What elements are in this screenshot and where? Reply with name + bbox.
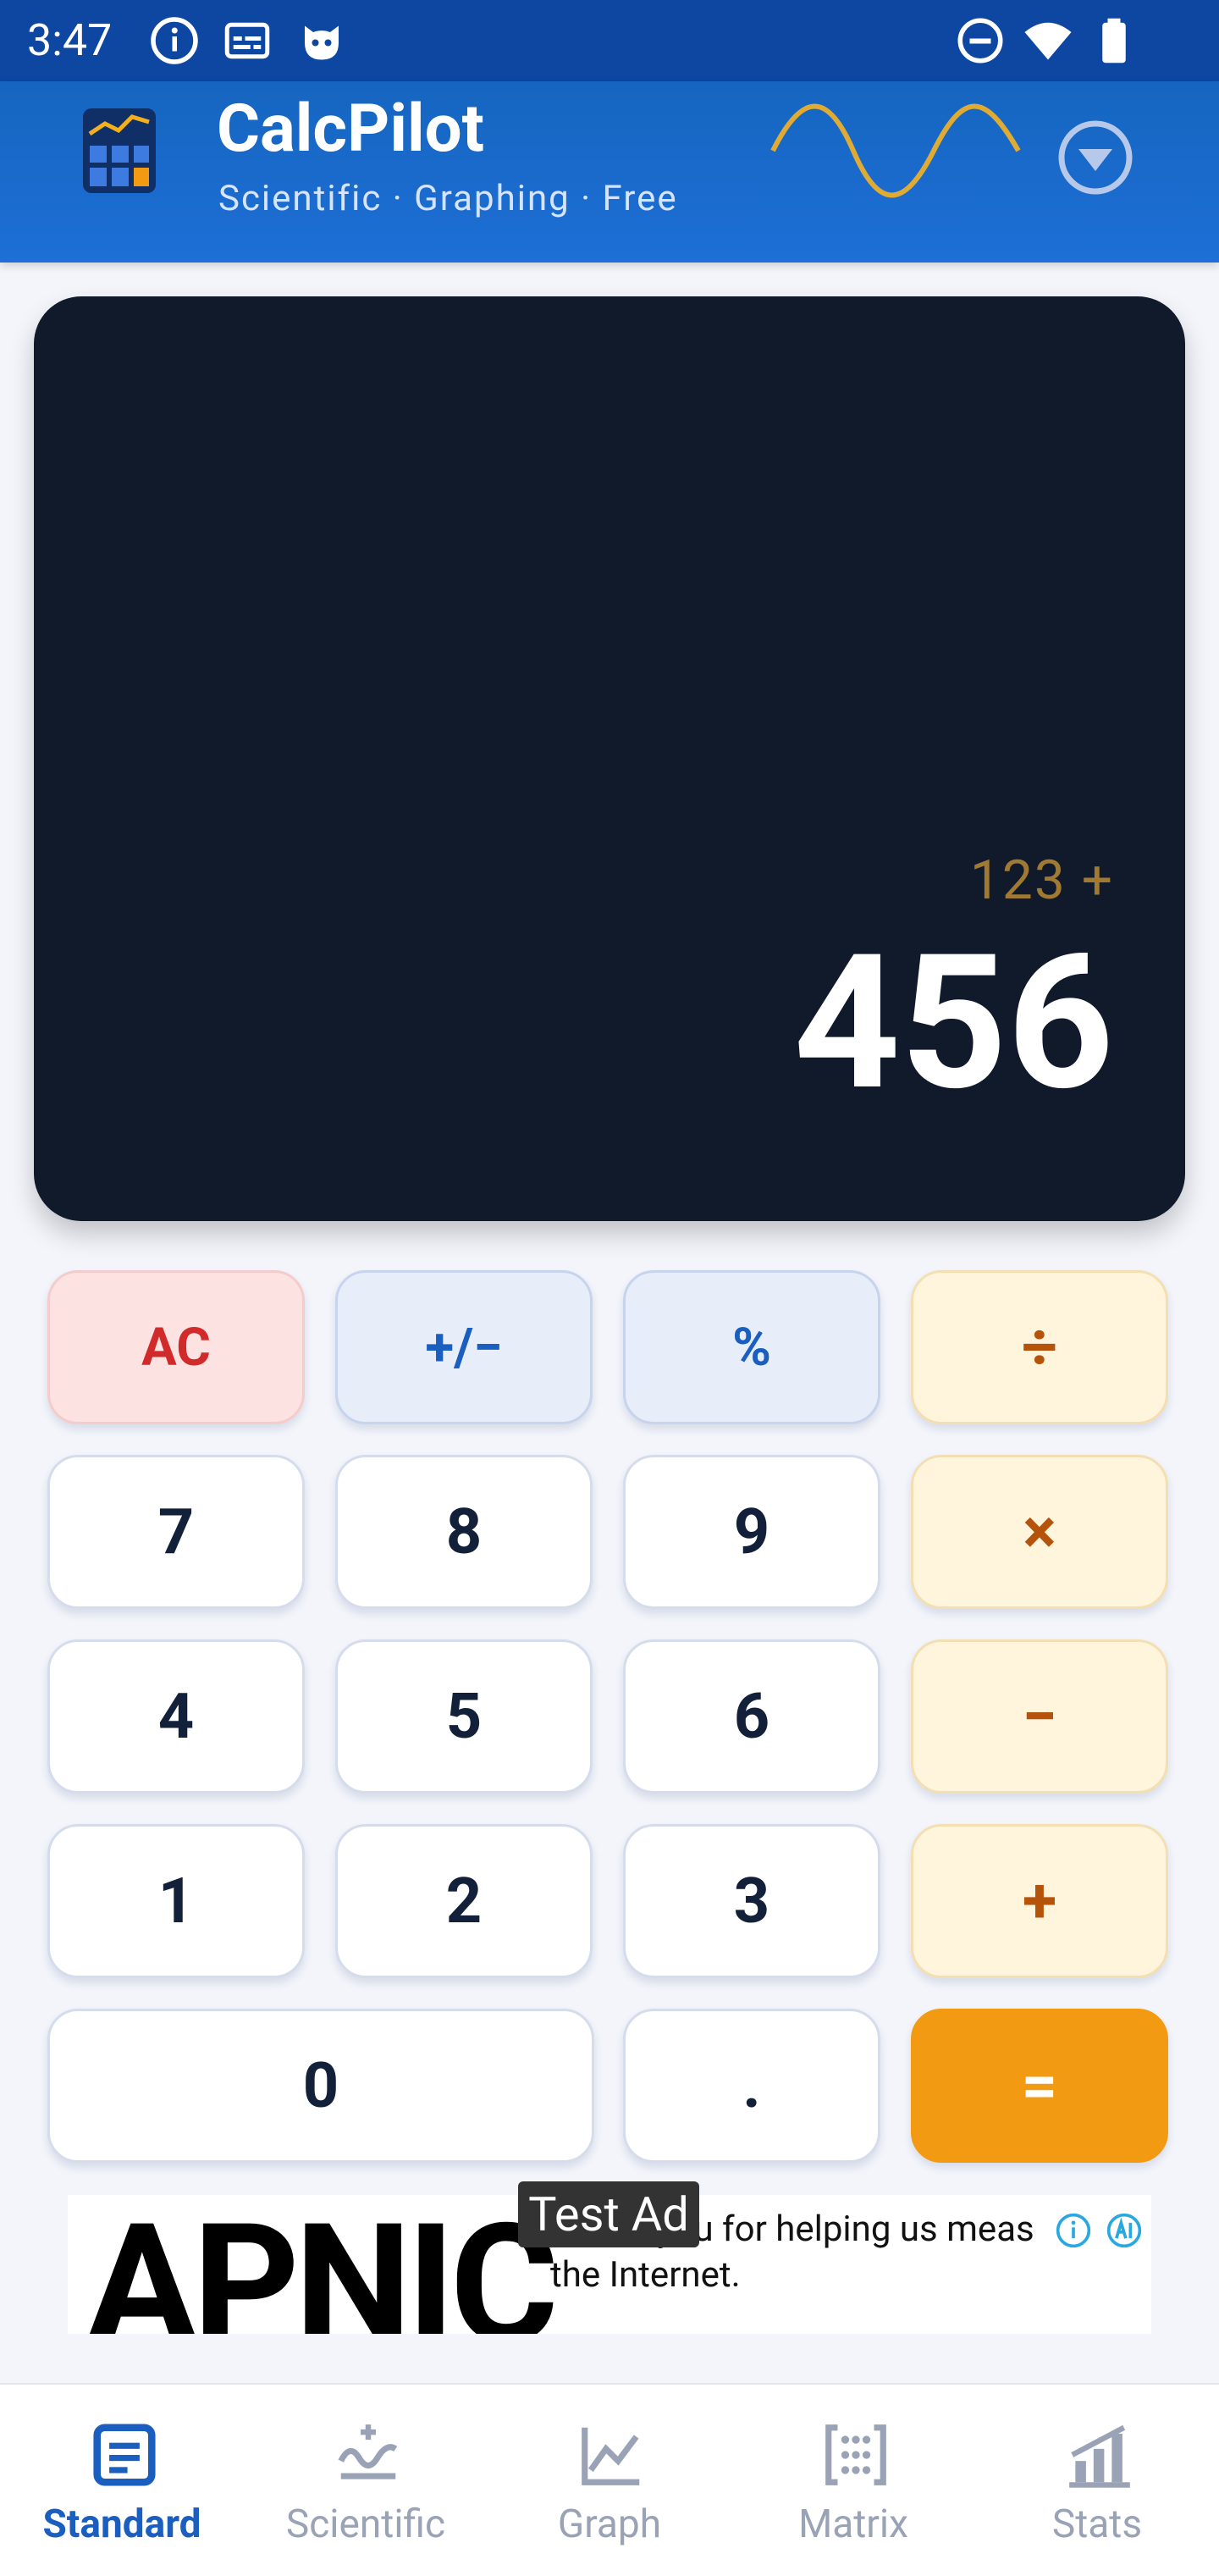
info-icon — [151, 17, 198, 64]
nav-stats[interactable]: Stats — [975, 2385, 1219, 2576]
nav-label-stats: Stats — [1051, 2501, 1143, 2547]
nav-standard[interactable]: Standard — [0, 2385, 244, 2576]
status-bar: 3:47 — [0, 0, 1219, 81]
chevron-down-circle-icon[interactable] — [1053, 115, 1138, 200]
line-chart-icon — [582, 2427, 640, 2485]
nav-scientific[interactable]: Scientific — [244, 2385, 488, 2576]
digit-8-button[interactable]: 8 — [335, 1455, 593, 1609]
ad-brand-logo: APNIC — [86, 2195, 559, 2334]
digit-9-button[interactable]: 9 — [623, 1455, 880, 1609]
sine-wave-icon — [770, 103, 1021, 198]
digit-6-button[interactable]: 6 — [623, 1639, 880, 1794]
expression-text: 123 + — [969, 849, 1114, 912]
ad-info-icon[interactable] — [1055, 2212, 1092, 2249]
percent-button[interactable]: % — [623, 1270, 880, 1424]
battery-icon — [1102, 18, 1126, 64]
divide-button[interactable]: ÷ — [911, 1270, 1168, 1424]
matrix-brackets-icon — [825, 2424, 886, 2485]
digit-0-button[interactable]: 0 — [47, 2009, 594, 2163]
digit-3-button[interactable]: 3 — [623, 1824, 880, 1978]
subtitles-icon — [224, 22, 270, 59]
nav-label-standard: Standard — [42, 2501, 201, 2547]
sign-toggle-button[interactable]: +/− — [335, 1270, 593, 1424]
ad-text-line2: the Internet. — [550, 2254, 741, 2296]
nav-label-matrix: Matrix — [798, 2501, 908, 2547]
bottom-navigation: Standard Scientific Graph Matrix Stats — [0, 2383, 1219, 2576]
nav-label-scientific: Scientific — [285, 2501, 446, 2547]
app-title: CalcPilot — [217, 91, 485, 168]
test-ad-badge: Test Ad — [518, 2181, 699, 2247]
add-button[interactable]: + — [911, 1824, 1168, 1978]
decimal-point-button[interactable]: . — [623, 2009, 880, 2163]
digit-7-button[interactable]: 7 — [47, 1455, 305, 1609]
wifi-icon — [1024, 22, 1072, 60]
subtract-button[interactable]: − — [911, 1639, 1168, 1794]
app-header — [0, 81, 1219, 263]
nav-label-graph: Graph — [557, 2501, 662, 2547]
app-subtitle: Scientific · Graphing · Free — [218, 178, 678, 219]
nav-matrix[interactable]: Matrix — [731, 2385, 975, 2576]
function-curve-icon — [338, 2424, 398, 2479]
multiply-button[interactable]: × — [911, 1455, 1168, 1609]
calculator-display: 123 + 456 — [34, 296, 1185, 1221]
cat-face-icon — [305, 25, 339, 60]
all-clear-button[interactable]: AC — [47, 1270, 305, 1424]
calculator-chart-logo — [83, 108, 156, 193]
digit-4-button[interactable]: 4 — [47, 1639, 305, 1794]
status-time: 3:47 — [27, 14, 113, 66]
digit-5-button[interactable]: 5 — [335, 1639, 593, 1794]
digit-2-button[interactable]: 2 — [335, 1824, 593, 1978]
result-text: 456 — [793, 914, 1114, 1132]
document-lines-icon — [93, 2424, 156, 2486]
do-not-disturb-icon — [957, 18, 1003, 64]
nav-graph[interactable]: Graph — [488, 2385, 731, 2576]
ad-choices-icon[interactable] — [1106, 2212, 1143, 2249]
digit-1-button[interactable]: 1 — [47, 1824, 305, 1978]
equals-button[interactable]: = — [911, 2009, 1168, 2163]
bar-chart-icon — [1069, 2424, 1130, 2488]
